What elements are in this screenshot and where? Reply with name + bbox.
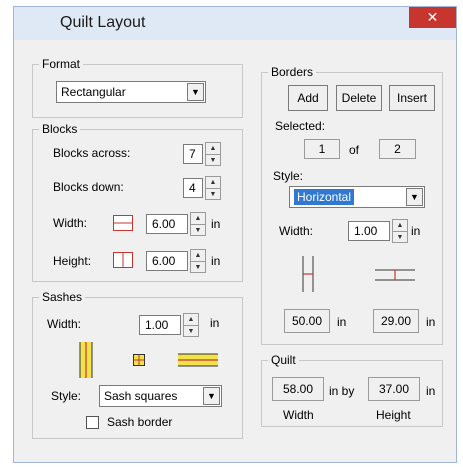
blocks-down-label: Blocks down:	[53, 180, 124, 194]
blocks-across-field[interactable]: 7	[183, 144, 203, 164]
border-width-unit: in	[411, 224, 421, 238]
format-select[interactable]: Rectangular ▼	[56, 81, 206, 103]
border-width-field[interactable]: 1.00	[348, 221, 390, 241]
block-height-unit: in	[211, 254, 221, 268]
block-width-label: Width:	[53, 216, 88, 230]
block-height-field[interactable]: 6.00	[146, 251, 188, 271]
blocks-legend: Blocks	[39, 122, 81, 137]
sash-width-label: Width:	[47, 317, 82, 331]
border-style-select[interactable]: Horizontal ▼	[289, 186, 425, 208]
format-selected-value: Rectangular	[61, 85, 126, 99]
vertical-border-unit: in	[337, 315, 347, 329]
quilt-group: Quilt 58.00 in by 37.00 in Width Height	[261, 353, 443, 427]
sash-style-selected-value: Sash squares	[104, 389, 178, 403]
chevron-down-icon[interactable]: ▼	[406, 188, 423, 206]
sash-width-unit: in	[210, 316, 220, 330]
sashes-legend: Sashes	[39, 290, 86, 305]
selected-index-field: 1	[304, 139, 340, 159]
sash-border-label[interactable]: Sash border	[107, 415, 172, 430]
vertical-border-icon	[302, 256, 314, 292]
quilt-width-field: 58.00	[272, 377, 324, 401]
quilt-legend: Quilt	[268, 353, 299, 368]
block-width-stepper[interactable]: ▲ ▼	[190, 212, 206, 236]
add-border-button[interactable]: Add	[288, 85, 328, 111]
window-title: Quilt Layout	[60, 14, 146, 31]
horizontal-border-unit: in	[426, 315, 436, 329]
chevron-down-icon[interactable]: ▼	[203, 387, 220, 405]
insert-border-button[interactable]: Insert	[389, 85, 435, 111]
block-width-icon	[113, 215, 133, 231]
blocks-down-stepper[interactable]: ▲ ▼	[205, 176, 221, 200]
sash-border-checkbox[interactable]	[86, 416, 99, 429]
block-height-stepper[interactable]: ▲ ▼	[190, 249, 206, 273]
sash-style-select[interactable]: Sash squares ▼	[99, 385, 222, 407]
blocks-across-label: Blocks across:	[53, 146, 131, 160]
format-legend: Format	[39, 57, 84, 72]
quilt-height-field: 37.00	[368, 377, 420, 401]
vertical-border-length-field: 50.00	[284, 309, 330, 333]
chevron-down-icon[interactable]: ▼	[187, 83, 204, 101]
close-button[interactable]: ✕	[409, 7, 456, 28]
borders-legend: Borders	[268, 65, 317, 80]
blocks-down-field[interactable]: 4	[183, 178, 203, 198]
blocks-across-stepper[interactable]: ▲ ▼	[205, 142, 221, 166]
block-height-icon	[113, 252, 133, 268]
title-bar: Quilt Layout ✕	[14, 7, 456, 40]
selected-label: Selected:	[275, 119, 326, 133]
total-borders-field: 2	[379, 139, 416, 159]
delete-border-button[interactable]: Delete	[336, 85, 382, 111]
border-style-selected-value: Horizontal	[294, 189, 355, 205]
sash-width-stepper[interactable]: ▲ ▼	[183, 313, 199, 337]
sash-width-field[interactable]: 1.00	[139, 315, 181, 335]
horizontal-border-length-field: 29.00	[373, 309, 419, 333]
of-label: of	[349, 143, 360, 157]
sash-style-label: Style:	[51, 389, 82, 403]
borders-group: Borders Add Delete Insert Selected: 1 of…	[261, 65, 443, 345]
horizontal-sash-icon	[178, 353, 218, 367]
border-width-stepper[interactable]: ▲ ▼	[392, 219, 408, 243]
sashes-group: Sashes Width: 1.00 ▲ ▼ in Style: Sash squ…	[32, 290, 243, 439]
quilt-layout-dialog: Quilt Layout ✕ Format Rectangular ▼ Bloc…	[13, 6, 457, 463]
border-width-label: Width:	[279, 224, 314, 238]
block-height-label: Height:	[53, 254, 92, 268]
quilt-width-caption: Width	[283, 408, 314, 422]
in-by-label: in by	[329, 384, 355, 398]
sash-square-icon	[133, 354, 145, 366]
horizontal-border-icon	[375, 269, 415, 281]
blocks-group: Blocks Blocks across: 7 ▲ ▼ Blocks down: …	[32, 122, 243, 282]
format-group: Format Rectangular ▼	[32, 57, 243, 118]
vertical-sash-icon	[79, 342, 93, 378]
block-width-unit: in	[211, 217, 221, 231]
quilt-height-unit: in	[426, 384, 436, 398]
block-width-field[interactable]: 6.00	[146, 214, 188, 234]
quilt-height-caption: Height	[376, 408, 411, 422]
border-style-label: Style:	[273, 169, 304, 183]
